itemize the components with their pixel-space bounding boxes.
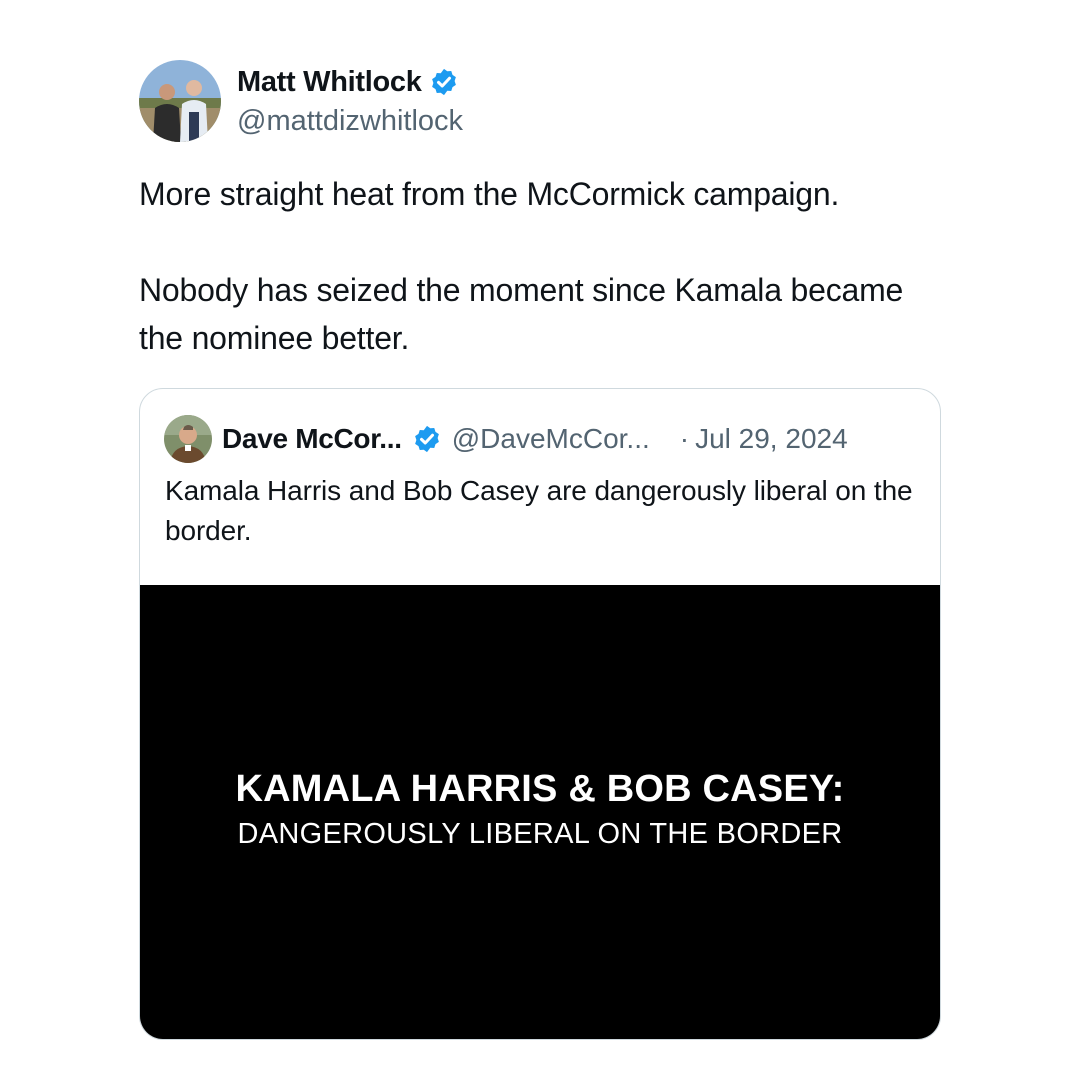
quoted-author-handle[interactable]: @DaveMcCor...: [452, 423, 650, 455]
media-title: KAMALA HARRIS & BOB CASEY:: [235, 768, 845, 810]
verified-badge-icon: [412, 424, 442, 454]
verified-badge-icon: [429, 67, 459, 97]
profile-photo-icon: [139, 60, 221, 142]
tweet[interactable]: Matt Whitlock @mattdizwhitlock More stra…: [139, 60, 941, 1040]
tweet-paragraph: More straight heat from the McCormick ca…: [139, 176, 840, 212]
tweet-text: More straight heat from the McCormick ca…: [139, 170, 941, 362]
separator-dot: ·: [679, 423, 690, 454]
tweet-paragraph: Nobody has seized the moment since Kamal…: [139, 272, 904, 356]
quoted-author-name[interactable]: Dave McCor...: [222, 423, 402, 455]
quoted-tweet[interactable]: Dave McCor... @DaveMcCor... · Jul 29, 20…: [139, 388, 941, 1040]
tweet-author: Matt Whitlock @mattdizwhitlock: [139, 60, 941, 142]
quoted-author-avatar[interactable]: [164, 415, 212, 463]
profile-photo-icon: [164, 415, 212, 463]
author-name[interactable]: Matt Whitlock: [237, 62, 422, 102]
quoted-tweet-date[interactable]: Jul 29, 2024: [695, 423, 848, 455]
quoted-tweet-media[interactable]: KAMALA HARRIS & BOB CASEY: DANGEROUSLY L…: [140, 585, 940, 1039]
author-handle[interactable]: @mattdizwhitlock: [237, 102, 463, 140]
author-text: Matt Whitlock @mattdizwhitlock: [237, 62, 463, 140]
quoted-tweet-text: Kamala Harris and Bob Casey are dangerou…: [165, 475, 913, 546]
media-subtitle: DANGEROUSLY LIBERAL ON THE BORDER: [237, 818, 843, 850]
author-avatar[interactable]: [139, 60, 221, 142]
author-name-row: Matt Whitlock: [237, 62, 463, 102]
quoted-tweet-header: Dave McCor... @DaveMcCor... · Jul 29, 20…: [164, 415, 916, 463]
